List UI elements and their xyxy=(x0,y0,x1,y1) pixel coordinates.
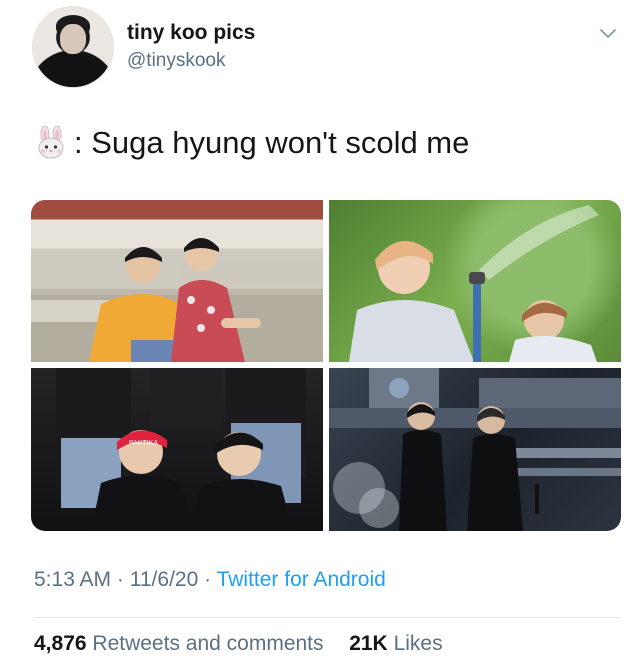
retweets-stat[interactable]: 4,876 Retweets and comments xyxy=(34,632,329,655)
tweet-stats: 4,876 Retweets and comments 21K Likes xyxy=(34,632,443,656)
avatar-face xyxy=(60,24,86,54)
chevron-down-icon[interactable] xyxy=(598,24,618,44)
tweet-time[interactable]: 5:13 AM xyxy=(34,568,111,591)
tweet-card: tiny koo pics @tinyskook : Suga hyung wo… xyxy=(0,0,640,670)
retweets-label: Retweets and comments xyxy=(92,632,324,655)
tweet-text: : Suga hyung won't scold me xyxy=(34,125,469,161)
photo-1[interactable] xyxy=(31,200,323,362)
rabbit-face-icon xyxy=(34,125,68,160)
likes-count: 21K xyxy=(349,632,388,655)
tweet-date[interactable]: 11/6/20 xyxy=(130,568,199,591)
avatar[interactable] xyxy=(32,6,114,88)
likes-stat[interactable]: 21K Likes xyxy=(349,632,442,655)
meta-separator: · xyxy=(204,568,212,591)
avatar-body xyxy=(39,55,107,87)
tweet-timestamp: 5:13 AM · 11/6/20 · Twitter for Android xyxy=(34,568,386,592)
photo-4[interactable] xyxy=(329,368,621,531)
user-handle[interactable]: @tinyskook xyxy=(127,50,226,72)
likes-label: Likes xyxy=(393,632,443,655)
display-name[interactable]: tiny koo pics xyxy=(127,21,255,45)
retweets-count: 4,876 xyxy=(34,632,87,655)
source-link[interactable]: Twitter for Android xyxy=(217,568,386,591)
media-grid: PAKTIKA xyxy=(31,200,621,531)
photo-3[interactable]: PAKTIKA xyxy=(31,368,323,531)
tweet-text-body: : Suga hyung won't scold me xyxy=(74,125,470,160)
meta-separator: · xyxy=(116,568,124,591)
photo-2[interactable] xyxy=(329,200,621,362)
divider xyxy=(34,617,620,618)
headband-text: PAKTIKA xyxy=(129,440,158,447)
